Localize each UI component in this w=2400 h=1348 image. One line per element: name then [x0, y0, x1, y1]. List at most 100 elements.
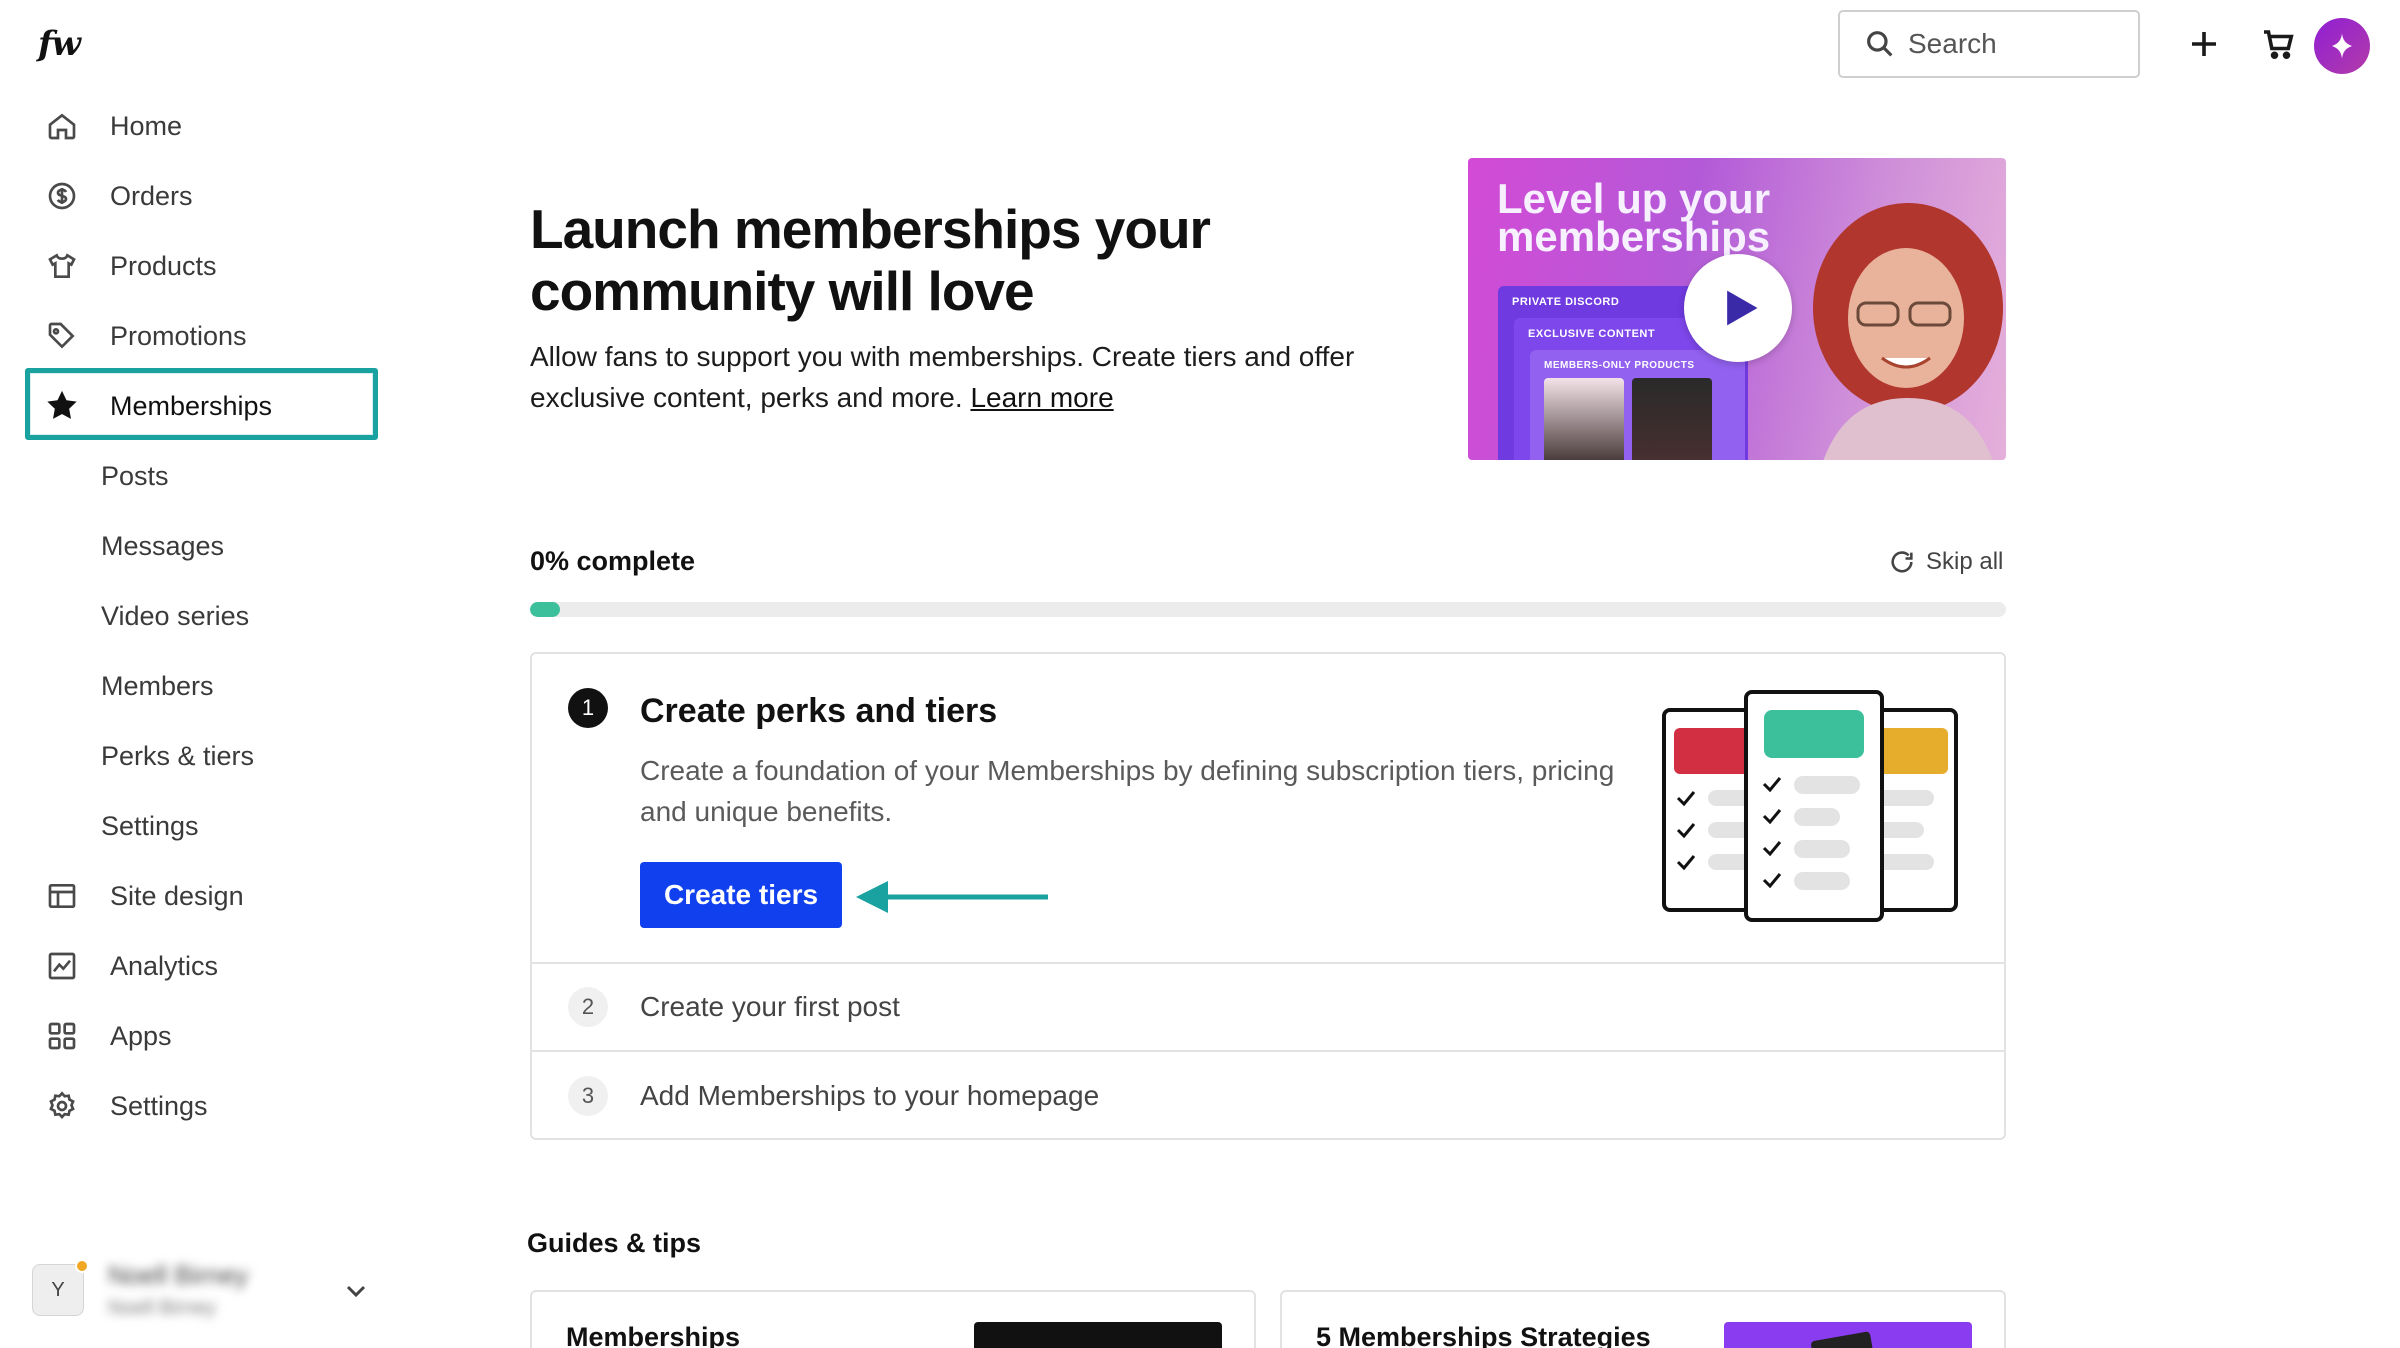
grid-icon — [42, 1016, 82, 1056]
guide-thumbnail-art — [1811, 1331, 1877, 1348]
page-title: Launch memberships your community will l… — [530, 198, 1211, 322]
account-name: Noell Birney — [108, 1260, 249, 1290]
sidebar-item-label: Site design — [110, 880, 244, 911]
guide-card-thumbnail — [974, 1322, 1222, 1348]
sidebar-item-label: Members — [101, 670, 214, 701]
onboarding-steps: 1 Create perks and tiers Create a founda… — [530, 652, 2006, 1140]
account-switcher[interactable]: Y Noell Birney Noell Birney — [32, 1255, 372, 1325]
guide-card-title: Memberships — [566, 1322, 741, 1348]
guide-card-thumbnail — [1724, 1322, 1972, 1348]
step-title: Add Memberships to your homepage — [640, 1080, 1100, 1111]
skip-all-label: Skip all — [1926, 548, 2004, 575]
sidebar-item-home[interactable]: Home — [30, 98, 370, 154]
play-icon — [1727, 290, 1758, 326]
chevron-down-icon[interactable] — [340, 1275, 372, 1307]
guide-card-title: 5 Memberships Strategies — [1316, 1322, 1651, 1348]
search-input[interactable] — [1908, 28, 2128, 60]
video-title: Level up your memberships — [1497, 175, 1771, 260]
learn-more-link[interactable]: Learn more — [970, 382, 1113, 413]
ai-assistant-button[interactable] — [2314, 18, 2370, 74]
avatar-letter: Y — [51, 1278, 65, 1301]
step-title: Create your first post — [640, 991, 900, 1022]
sidebar-item-analytics[interactable]: Analytics — [30, 938, 370, 994]
sidebar-item-label: Home — [110, 110, 183, 141]
sidebar-item-video-series[interactable]: Video series — [30, 588, 370, 644]
sidebar-item-memberships[interactable]: Memberships — [30, 378, 370, 434]
sidebar-item-label: Memberships — [110, 390, 273, 421]
sidebar-item-label: Messages — [101, 530, 225, 561]
search-box[interactable] — [1838, 10, 2140, 78]
sidebar-item-orders[interactable]: Orders — [30, 168, 370, 224]
video-label-private-discord: PRIVATE DISCORD — [1512, 296, 1620, 308]
sidebar-item-messages[interactable]: Messages — [30, 518, 370, 574]
app-logo[interactable]: fw — [38, 24, 81, 64]
sidebar-item-label: Video series — [101, 600, 250, 631]
progress-label: 0% complete — [530, 546, 696, 576]
skip-all-button[interactable]: Skip all — [1888, 548, 2003, 576]
sidebar-item-members[interactable]: Members — [30, 658, 370, 714]
presenter-image — [1813, 203, 2003, 460]
gear-icon — [42, 1086, 82, 1126]
step-description: Create a foundation of your Memberships … — [640, 755, 1615, 827]
sidebar-item-label: Perks & tiers — [101, 740, 255, 771]
sidebar-item-label: Orders — [110, 180, 193, 211]
tag-icon — [42, 316, 82, 356]
sidebar-item-label: Settings — [110, 1090, 208, 1121]
cart-icon — [2264, 30, 2294, 60]
step-create-first-post[interactable]: 2 Create your first post — [532, 964, 2004, 1052]
sidebar-item-label: Analytics — [110, 950, 219, 981]
product-hoodie-image — [1544, 378, 1624, 460]
step-number-badge: 3 — [568, 1076, 608, 1116]
sidebar-item-label: Posts — [101, 460, 169, 491]
sidebar-item-posts[interactable]: Posts — [30, 448, 370, 504]
product-cap-image — [1632, 378, 1712, 460]
video-label-exclusive-content: EXCLUSIVE CONTENT — [1528, 328, 1656, 340]
guide-card-strategies[interactable]: 5 Memberships Strategies — [1280, 1290, 2006, 1348]
plus-icon — [2192, 32, 2216, 56]
hero-description: Allow fans to support you with membershi… — [530, 336, 1360, 418]
cart-button[interactable] — [2257, 22, 2301, 66]
step-title: Create perks and tiers — [640, 692, 998, 730]
progress-bar — [530, 602, 2006, 617]
step-number-badge: 1 — [568, 688, 608, 728]
sidebar-item-label: Promotions — [110, 320, 247, 351]
guide-thumbnail-art — [974, 1322, 1222, 1348]
refresh-icon — [1891, 551, 1913, 573]
progress-bar-fill — [530, 602, 560, 617]
create-tiers-button[interactable]: Create tiers — [640, 862, 842, 928]
sidebar-item-settings[interactable]: Settings — [30, 1078, 370, 1134]
star-icon — [42, 386, 82, 426]
step-add-to-homepage[interactable]: 3 Add Memberships to your homepage — [532, 1052, 2004, 1140]
sidebar-item-promotions[interactable]: Promotions — [30, 308, 370, 364]
play-button[interactable] — [1684, 254, 1792, 362]
sidebar-item-label: Settings — [101, 810, 199, 841]
sidebar-item-perks-tiers[interactable]: Perks & tiers — [30, 728, 370, 784]
chart-icon — [42, 946, 82, 986]
sidebar-item-products[interactable]: Products — [30, 238, 370, 294]
guides-section-title: Guides & tips — [527, 1228, 702, 1258]
step-number-badge: 2 — [568, 987, 608, 1027]
dollar-circle-icon — [42, 176, 82, 216]
sparkle-icon — [2332, 33, 2352, 59]
hero-description-text: Allow fans to support you with membershi… — [530, 341, 1355, 413]
account-subtitle: Noell Birney — [108, 1297, 216, 1319]
notification-dot — [75, 1259, 89, 1273]
sidebar-item-label: Apps — [110, 1020, 172, 1051]
arrow-annotation-icon — [856, 881, 1048, 913]
tshirt-icon — [42, 246, 82, 286]
tiers-illustration — [1662, 690, 1958, 922]
sidebar-item-apps[interactable]: Apps — [30, 1008, 370, 1064]
sidebar-item-site-design[interactable]: Site design — [30, 868, 370, 924]
search-icon — [1867, 31, 1893, 57]
account-info: Noell Birney Noell Birney — [108, 1260, 248, 1320]
guide-card-memberships[interactable]: Memberships — [530, 1290, 1256, 1348]
video-thumbnail[interactable]: Level up your memberships PRIVATE DISCOR… — [1468, 158, 2006, 460]
sidebar-item-label: Products — [110, 250, 217, 281]
video-label-members-only: MEMBERS-ONLY PRODUCTS — [1544, 360, 1695, 371]
avatar: Y — [32, 1259, 89, 1316]
layout-icon — [42, 876, 82, 916]
sidebar-item-membership-settings[interactable]: Settings — [30, 798, 370, 854]
home-icon — [42, 106, 82, 146]
step-create-perks-tiers: 1 Create perks and tiers Create a founda… — [532, 654, 2004, 964]
create-button[interactable] — [2182, 22, 2226, 66]
